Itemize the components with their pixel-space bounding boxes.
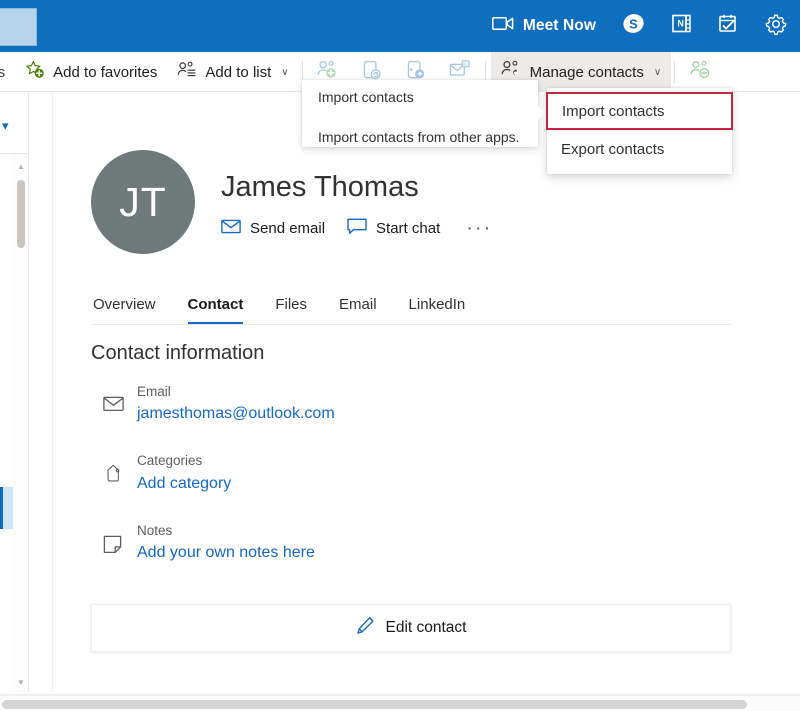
app-top-bar: Meet Now S N	[0, 0, 800, 52]
remove-person-icon	[690, 60, 711, 84]
tab-files-label: Files	[275, 296, 308, 313]
manage-contacts-label: Manage contacts	[529, 63, 644, 81]
contact-detail-pane: JT James Thomas Send email Start chat ··…	[30, 92, 800, 692]
contact-row-categories-body: Categories Add category	[137, 451, 231, 494]
contact-row-notes: Notes Add your own notes here	[103, 521, 723, 564]
profile-header: JT James Thomas Send email Start chat ··…	[91, 150, 496, 254]
contact-list-panel: ▾ ▲ ▼	[0, 92, 29, 692]
horizontal-scrollbar[interactable]	[0, 695, 800, 711]
menu-item-import-contacts[interactable]: Import contacts	[546, 92, 733, 130]
avatar: JT	[91, 150, 195, 254]
tab-linkedin-label: LinkedIn	[408, 296, 466, 313]
chat-bubble-icon	[347, 218, 367, 239]
contact-detail-card: JT James Thomas Send email Start chat ··…	[52, 92, 770, 692]
tab-overview-label: Overview	[93, 296, 156, 313]
email-label: Email	[137, 384, 171, 399]
import-contacts-callout: Import contacts Import contacts from oth…	[302, 80, 545, 147]
contact-information-title: Contact information	[91, 342, 265, 364]
contact-tabs: Overview Contact Files Email LinkedIn	[91, 288, 731, 325]
menu-item-export-contacts[interactable]: Export contacts	[547, 130, 732, 168]
more-actions-button[interactable]: ···	[462, 218, 496, 238]
chevron-down-icon-2: ∨	[653, 66, 662, 78]
tab-contact[interactable]: Contact	[172, 288, 260, 324]
contact-row-categories: Categories Add category	[103, 451, 723, 494]
skype-icon: S	[622, 12, 645, 40]
onenote-button[interactable]: N	[658, 0, 705, 52]
categories-label: Categories	[137, 453, 203, 469]
settings-gear-icon	[765, 13, 787, 40]
tag-icon	[103, 451, 137, 485]
profile-actions: Send email Start chat ···	[221, 218, 496, 239]
remove-person-button	[678, 52, 722, 92]
svg-text:S: S	[629, 16, 638, 31]
tab-contact-label: Contact	[187, 296, 244, 313]
top-bar-actions: Meet Now S N	[479, 0, 800, 52]
callout-item-import-from-other-apps-label: Import contacts from other apps.	[318, 128, 520, 145]
menu-item-export-contacts-label: Export contacts	[561, 140, 665, 158]
app-launcher-stub[interactable]	[0, 8, 37, 46]
send-email-label: Send email	[250, 219, 326, 237]
page-title: James Thomas	[221, 171, 419, 203]
settings-button[interactable]	[752, 0, 800, 52]
command-truncated-item[interactable]: cts	[0, 52, 15, 92]
add-notes-link[interactable]: Add your own notes here	[137, 541, 315, 564]
callout-item-import-from-other-apps[interactable]: Import contacts from other apps.	[302, 120, 538, 153]
meet-now-label: Meet Now	[522, 17, 596, 34]
edit-contact-button[interactable]: Edit contact	[91, 604, 731, 652]
add-to-favorites-button[interactable]: Add to favorites	[15, 52, 167, 92]
tab-files[interactable]: Files	[259, 288, 323, 324]
scrollbar-thumb[interactable]	[17, 180, 25, 248]
video-camera-icon	[491, 16, 514, 36]
tab-email[interactable]: Email	[323, 288, 393, 324]
manage-contacts-menu: Import contacts Export contacts	[546, 88, 733, 174]
contact-row-email-body: Email jamesthomas@outlook.com	[137, 382, 335, 425]
note-icon	[103, 521, 137, 554]
start-chat-button[interactable]: Start chat	[347, 218, 440, 239]
tab-email-label: Email	[339, 296, 377, 313]
send-email-button[interactable]: Send email	[221, 219, 325, 238]
tab-linkedin[interactable]: LinkedIn	[393, 288, 482, 324]
contact-row-notes-body: Notes Add your own notes here	[137, 521, 315, 564]
contact-list-scrollbar[interactable]: ▲ ▼	[13, 154, 28, 692]
svg-text:N: N	[677, 19, 684, 29]
edit-contact-label: Edit contact	[385, 619, 467, 636]
menu-item-import-contacts-label: Import contacts	[562, 102, 665, 120]
notes-label: Notes	[137, 522, 173, 538]
add-to-list-button[interactable]: Add to list ∨	[167, 52, 298, 92]
start-chat-label: Start chat	[376, 219, 441, 237]
envelope-icon-2	[103, 382, 137, 412]
add-to-favorites-label: Add to favorites	[53, 63, 158, 81]
add-to-list-label: Add to list	[205, 63, 272, 81]
envelope-icon	[221, 219, 241, 238]
star-add-icon	[25, 60, 45, 85]
email-value[interactable]: jamesthomas@outlook.com	[137, 402, 335, 425]
command-truncated-label: cts	[0, 63, 6, 81]
onenote-icon: N	[671, 13, 692, 39]
contact-information-rows: Email jamesthomas@outlook.com Categories…	[103, 382, 723, 590]
tab-overview[interactable]: Overview	[91, 288, 172, 324]
callout-item-import-contacts-label: Import contacts	[318, 88, 414, 105]
meet-now-button[interactable]: Meet Now	[479, 0, 609, 52]
scroll-down-arrow-icon[interactable]: ▼	[13, 674, 28, 690]
command-separator-3	[674, 61, 676, 83]
profile-info: James Thomas Send email Start chat ···	[221, 150, 496, 239]
list-chevron-down-icon[interactable]: ▾	[2, 118, 9, 134]
tasks-icon	[718, 13, 739, 39]
contact-list-header: ▾	[0, 92, 28, 154]
person-list-icon	[177, 61, 197, 84]
add-category-link[interactable]: Add category	[137, 472, 231, 495]
tasks-button[interactable]	[705, 0, 752, 52]
callout-item-import-contacts[interactable]: Import contacts	[302, 80, 538, 113]
horizontal-scrollbar-thumb[interactable]	[2, 700, 747, 709]
chevron-down-icon: ∨	[281, 66, 289, 78]
scroll-up-arrow-icon[interactable]: ▲	[13, 158, 28, 174]
pencil-icon	[356, 616, 375, 640]
contact-row-email: Email jamesthomas@outlook.com	[103, 382, 723, 425]
skype-button[interactable]: S	[609, 0, 658, 52]
